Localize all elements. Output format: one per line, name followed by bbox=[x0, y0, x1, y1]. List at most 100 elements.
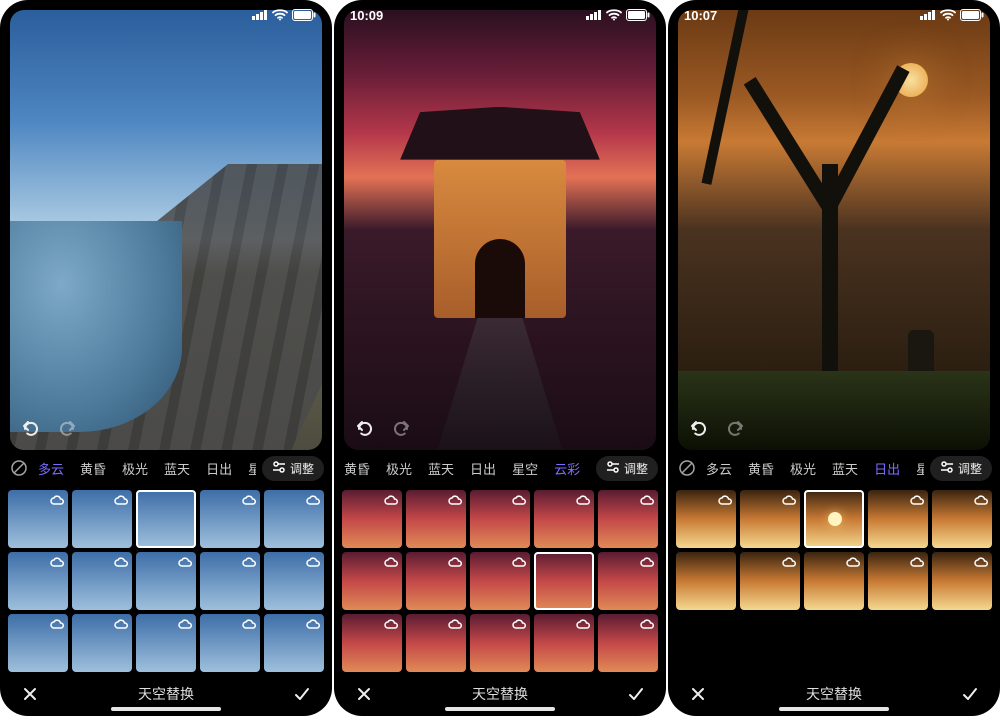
cloud-download-icon bbox=[305, 617, 321, 633]
category-tab[interactable]: 黄昏 bbox=[746, 457, 776, 480]
sky-thumbnail[interactable] bbox=[740, 552, 800, 610]
preview-area[interactable] bbox=[344, 10, 656, 450]
thumbnail-empty bbox=[676, 614, 736, 672]
sky-thumbnail[interactable] bbox=[676, 552, 736, 610]
cloud-download-icon bbox=[845, 555, 861, 571]
cancel-button[interactable] bbox=[16, 680, 44, 708]
cloud-download-icon bbox=[639, 555, 655, 571]
history-controls bbox=[18, 416, 80, 442]
wifi-icon bbox=[272, 9, 288, 21]
tool-title: 天空替换 bbox=[712, 684, 956, 704]
sky-thumbnail[interactable] bbox=[598, 490, 658, 548]
sky-thumbnail[interactable] bbox=[136, 614, 196, 672]
category-tab[interactable]: 多云 bbox=[36, 457, 66, 480]
sky-thumbnail[interactable] bbox=[868, 552, 928, 610]
sky-thumbnail[interactable] bbox=[470, 552, 530, 610]
sky-thumbnail[interactable] bbox=[264, 614, 324, 672]
category-tab[interactable]: 极光 bbox=[120, 457, 150, 480]
category-tab[interactable]: 日出 bbox=[468, 457, 498, 480]
sky-thumbnail[interactable] bbox=[72, 614, 132, 672]
adjust-icon bbox=[606, 460, 620, 477]
category-tab[interactable]: 蓝天 bbox=[162, 457, 192, 480]
sky-thumbnail[interactable] bbox=[598, 614, 658, 672]
category-tab[interactable]: 日出 bbox=[204, 457, 234, 480]
category-tab[interactable]: 星 bbox=[914, 457, 924, 480]
phone-1: 多云黄昏极光蓝天日出星调整天空替换 bbox=[0, 0, 332, 716]
sky-thumbnail[interactable] bbox=[136, 490, 196, 548]
sky-thumbnail[interactable] bbox=[534, 552, 594, 610]
sky-thumbnail[interactable] bbox=[342, 614, 402, 672]
undo-button[interactable] bbox=[686, 416, 712, 442]
cellular-icon bbox=[586, 10, 602, 20]
cloud-download-icon bbox=[49, 617, 65, 633]
cancel-button[interactable] bbox=[684, 680, 712, 708]
sky-thumbnail[interactable] bbox=[740, 490, 800, 548]
sky-thumbnail[interactable] bbox=[8, 552, 68, 610]
confirm-button[interactable] bbox=[622, 680, 650, 708]
cloud-download-icon bbox=[973, 555, 989, 571]
home-indicator bbox=[111, 707, 221, 711]
sky-thumbnail[interactable] bbox=[406, 614, 466, 672]
cloud-download-icon bbox=[639, 493, 655, 509]
sky-thumbnail[interactable] bbox=[932, 490, 992, 548]
category-tab[interactable]: 星空 bbox=[510, 457, 540, 480]
none-filter-button[interactable] bbox=[676, 457, 698, 479]
preview-area[interactable] bbox=[678, 10, 990, 450]
tool-title: 天空替换 bbox=[378, 684, 622, 704]
sky-thumbnail[interactable] bbox=[200, 552, 260, 610]
preview-image bbox=[678, 10, 990, 450]
redo-button[interactable] bbox=[54, 416, 80, 442]
sky-thumbnail[interactable] bbox=[136, 552, 196, 610]
sky-thumbnail[interactable] bbox=[868, 490, 928, 548]
redo-button[interactable] bbox=[722, 416, 748, 442]
sky-thumbnail[interactable] bbox=[264, 552, 324, 610]
sky-thumbnail[interactable] bbox=[8, 490, 68, 548]
category-tab[interactable]: 蓝天 bbox=[830, 457, 860, 480]
adjust-label: 调整 bbox=[290, 460, 314, 477]
undo-button[interactable] bbox=[18, 416, 44, 442]
sky-thumbnail[interactable] bbox=[804, 552, 864, 610]
sky-thumbnail[interactable] bbox=[534, 614, 594, 672]
category-tab[interactable]: 星 bbox=[246, 457, 256, 480]
none-filter-button[interactable] bbox=[8, 457, 30, 479]
sky-thumbnail[interactable] bbox=[406, 552, 466, 610]
category-tab[interactable]: 极光 bbox=[384, 457, 414, 480]
preview-area[interactable] bbox=[10, 10, 322, 450]
sky-thumbnail[interactable] bbox=[72, 490, 132, 548]
sky-thumbnail[interactable] bbox=[8, 614, 68, 672]
category-tab[interactable]: 极光 bbox=[788, 457, 818, 480]
adjust-button[interactable]: 调整 bbox=[930, 456, 992, 481]
sky-thumbnail[interactable] bbox=[534, 490, 594, 548]
sky-thumbnail[interactable] bbox=[342, 552, 402, 610]
history-controls bbox=[352, 416, 414, 442]
adjust-button[interactable]: 调整 bbox=[596, 456, 658, 481]
sky-thumbnail[interactable] bbox=[598, 552, 658, 610]
sky-thumbnail[interactable] bbox=[804, 490, 864, 548]
phone-3: 10:07 多云黄昏极光蓝天日出星调整天空替换 bbox=[668, 0, 1000, 716]
confirm-button[interactable] bbox=[956, 680, 984, 708]
sky-thumbnail[interactable] bbox=[200, 614, 260, 672]
sky-thumbnail[interactable] bbox=[200, 490, 260, 548]
category-tab[interactable]: 黄昏 bbox=[78, 457, 108, 480]
undo-button[interactable] bbox=[352, 416, 378, 442]
sky-thumbnail[interactable] bbox=[676, 490, 736, 548]
category-tab[interactable]: 云彩 bbox=[552, 457, 582, 480]
cancel-button[interactable] bbox=[350, 680, 378, 708]
sky-thumbnail[interactable] bbox=[342, 490, 402, 548]
adjust-button[interactable]: 调整 bbox=[262, 456, 324, 481]
sky-thumbnail[interactable] bbox=[470, 490, 530, 548]
sky-thumbnail[interactable] bbox=[470, 614, 530, 672]
sky-thumbnail[interactable] bbox=[932, 552, 992, 610]
category-tab[interactable]: 黄昏 bbox=[342, 457, 372, 480]
redo-button[interactable] bbox=[388, 416, 414, 442]
category-tab[interactable]: 蓝天 bbox=[426, 457, 456, 480]
sky-thumbnail[interactable] bbox=[264, 490, 324, 548]
sky-thumbnail[interactable] bbox=[72, 552, 132, 610]
sky-thumbnail[interactable] bbox=[406, 490, 466, 548]
category-tab[interactable]: 多云 bbox=[704, 457, 734, 480]
status-time: 10:07 bbox=[684, 8, 717, 23]
category-row: 黄昏极光蓝天日出星空云彩已调整 bbox=[334, 450, 666, 486]
cloud-download-icon bbox=[447, 617, 463, 633]
confirm-button[interactable] bbox=[288, 680, 316, 708]
category-tab[interactable]: 日出 bbox=[872, 457, 902, 480]
